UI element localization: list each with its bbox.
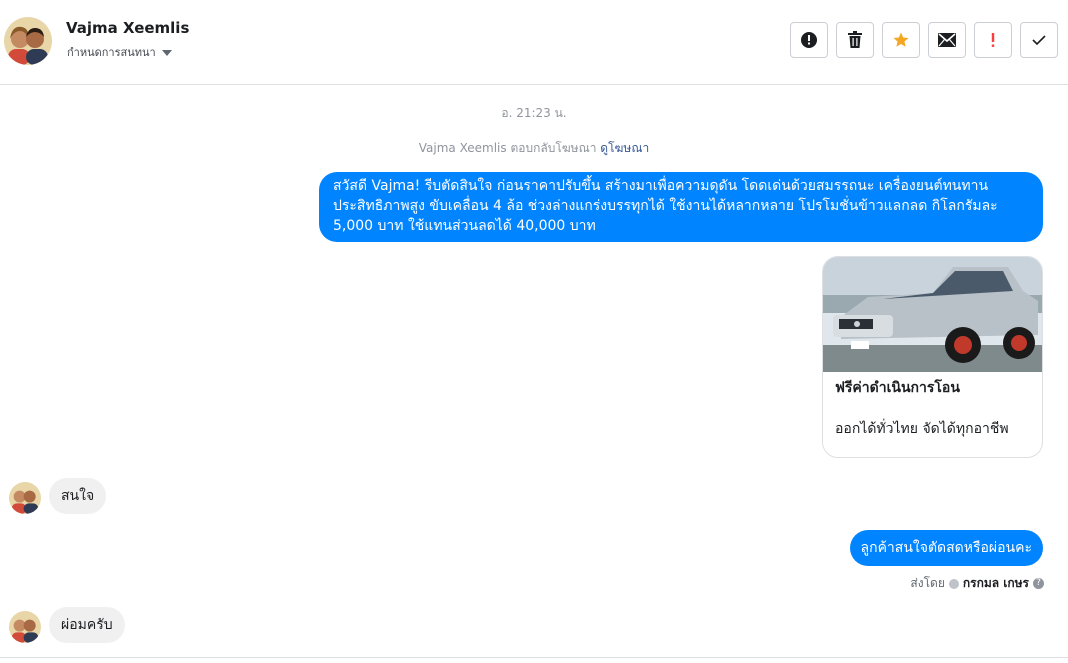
- header-actions: [790, 22, 1058, 58]
- alert-circle-icon: [801, 32, 817, 48]
- contact-avatar-small: [9, 611, 41, 643]
- conversation-options[interactable]: กำหนดการสนทนา: [67, 43, 172, 61]
- composer-divider: [0, 657, 1068, 658]
- exclamation-icon: [991, 33, 995, 47]
- ad-card-subtitle: ออกได้ทั่วไทย จัดได้ทุกอาชีพ: [835, 421, 1009, 437]
- trash-icon: [848, 31, 862, 48]
- ad-reply-note: Vajma Xeemlis ตอบกลับโฆษณา ดูโฆษณา: [0, 139, 1068, 158]
- follow-up-button[interactable]: [974, 22, 1012, 58]
- outgoing-message: ลูกค้าสนใจตัดสดหรือผ่อนคะ: [849, 530, 1043, 566]
- mark-done-button[interactable]: [1020, 22, 1058, 58]
- contact-avatar[interactable]: [4, 17, 52, 65]
- view-ad-link[interactable]: ดูโฆษณา: [600, 141, 649, 155]
- contact-name[interactable]: Vajma Xeemlis: [66, 19, 189, 37]
- help-icon[interactable]: ?: [1033, 578, 1044, 589]
- sent-by-info: ส่งโดย กรกมล เกษร ?: [910, 574, 1044, 593]
- envelope-icon: [938, 33, 956, 47]
- contact-avatar-small: [9, 482, 41, 514]
- sender-name[interactable]: กรกมล เกษร: [963, 574, 1029, 593]
- checkmark-icon: [1032, 35, 1046, 46]
- incoming-message: สนใจ: [49, 478, 107, 514]
- verified-icon: [948, 578, 959, 589]
- delete-button[interactable]: [836, 22, 874, 58]
- message-timestamp: อ. 21:23 น.: [501, 106, 567, 120]
- ad-reply-text: Vajma Xeemlis ตอบกลับโฆษณา: [418, 141, 597, 155]
- conversation-options-label: กำหนดการสนทนา: [67, 46, 156, 59]
- mark-unread-button[interactable]: [928, 22, 966, 58]
- incoming-message: ผ่อมครับ: [49, 607, 125, 643]
- chevron-down-icon: [161, 50, 172, 56]
- mark-spam-button[interactable]: [790, 22, 828, 58]
- sent-by-label: ส่งโดย: [910, 576, 945, 590]
- star-button[interactable]: [882, 22, 920, 58]
- outgoing-message: สวัสดี Vajma! รีบตัดสินใจ ก่อนราคาปรับขึ…: [319, 172, 1043, 242]
- star-icon: [893, 32, 909, 47]
- ad-card-title: ฟรีค่าดำเนินการโอน: [835, 380, 960, 396]
- ad-card[interactable]: ฟรีค่าดำเนินการโอน ออกได้ทั่วไทย จัดได้ท…: [822, 256, 1043, 458]
- truck-image: [823, 257, 1042, 372]
- conversation-header: Vajma Xeemlis กำหนดการสนทนา: [0, 0, 1068, 85]
